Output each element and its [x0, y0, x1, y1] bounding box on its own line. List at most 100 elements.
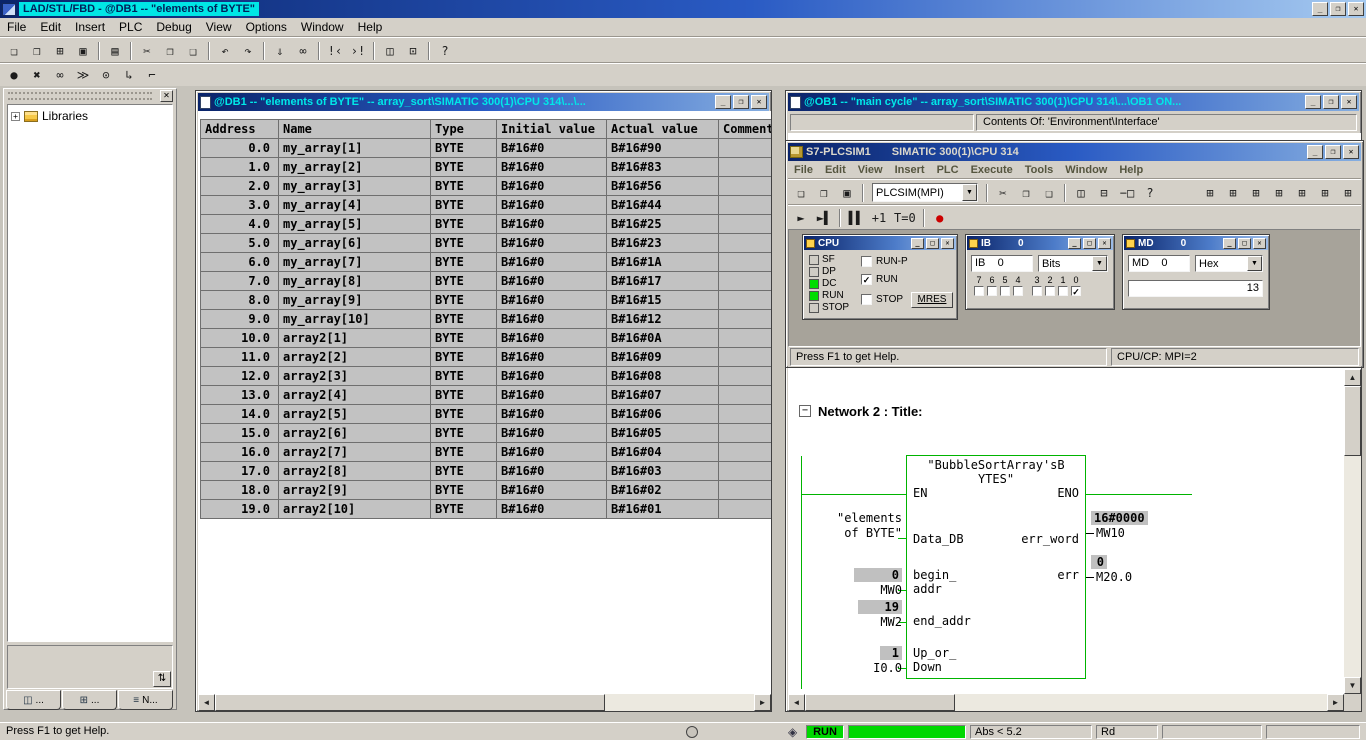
save-icon[interactable]: ▣	[72, 41, 94, 61]
cell-initial-value[interactable]: B#16#0	[496, 176, 607, 196]
insert-timer-icon[interactable]: ⊞	[1268, 183, 1290, 203]
tab-call-structure[interactable]: ⊞...	[62, 690, 117, 710]
next-cycle-icon[interactable]: +1	[868, 208, 890, 228]
new-icon[interactable]: ❏	[790, 183, 812, 203]
cell-initial-value[interactable]: B#16#0	[496, 309, 607, 329]
cell-address[interactable]: 1.0	[200, 157, 279, 177]
cell-type[interactable]: BYTE	[430, 328, 497, 348]
cell-address[interactable]: 4.0	[200, 214, 279, 234]
cell-initial-value[interactable]: B#16#0	[496, 385, 607, 405]
new-icon[interactable]: ❏	[3, 41, 25, 61]
cell-initial-value[interactable]: B#16#0	[496, 252, 607, 272]
table-row[interactable]: 5.0 my_array[6] BYTE B#16#0 B#16#23	[200, 233, 771, 253]
cell-actual-value[interactable]: B#16#05	[606, 423, 719, 443]
network-collapse-icon[interactable]: −	[799, 405, 811, 417]
symbol-info-window-icon[interactable]: ◫	[379, 41, 401, 61]
cell-address[interactable]: 15.0	[200, 423, 279, 443]
cell-type[interactable]: BYTE	[430, 423, 497, 443]
coil-icon[interactable]: ⊙	[95, 65, 117, 85]
cell-comment[interactable]	[718, 461, 771, 481]
sim-menu-file[interactable]: File	[788, 163, 819, 177]
cell-comment[interactable]	[718, 157, 771, 177]
bit-checkbox-1[interactable]	[1058, 286, 1068, 296]
scrollbar-thumb[interactable]	[805, 694, 955, 711]
close-button[interactable]: ✕	[751, 95, 767, 109]
connector-dot-icon[interactable]: ●	[3, 65, 25, 85]
cell-type[interactable]: BYTE	[430, 480, 497, 500]
cell-comment[interactable]	[718, 347, 771, 367]
cell-name[interactable]: array2[6]	[278, 423, 431, 443]
interface-pane[interactable]	[790, 113, 974, 131]
table-row[interactable]: 13.0 array2[4] BYTE B#16#0 B#16#07	[200, 385, 771, 405]
single-scan-icon[interactable]: ►▌	[813, 208, 835, 228]
cell-name[interactable]: my_array[3]	[278, 176, 431, 196]
cell-address[interactable]: 14.0	[200, 404, 279, 424]
cell-type[interactable]: BYTE	[430, 385, 497, 405]
bit-checkbox-7[interactable]	[974, 286, 984, 296]
cell-name[interactable]: array2[1]	[278, 328, 431, 348]
fast-jump-icon[interactable]: ≫	[72, 65, 94, 85]
sim-menu-insert[interactable]: Insert	[889, 163, 931, 177]
ob1-titlebar[interactable]: @OB1 -- "main cycle" -- array_sort\SIMAT…	[788, 93, 1359, 111]
cell-actual-value[interactable]: B#16#56	[606, 176, 719, 196]
insert-output-variable-icon[interactable]: ⊞	[1222, 183, 1244, 203]
scroll-right-icon[interactable]: ►	[754, 694, 771, 711]
table-row[interactable]: 2.0 my_array[3] BYTE B#16#0 B#16#56	[200, 176, 771, 196]
sim-menu-window[interactable]: Window	[1059, 163, 1113, 177]
cell-address[interactable]: 16.0	[200, 442, 279, 462]
mres-button[interactable]: MRES	[911, 292, 953, 308]
cell-type[interactable]: BYTE	[430, 157, 497, 177]
close-button[interactable]: ✕	[1348, 2, 1364, 16]
reset-timers-icon[interactable]: T=0	[891, 208, 919, 228]
cell-type[interactable]: BYTE	[430, 442, 497, 462]
cell-initial-value[interactable]: B#16#0	[496, 461, 607, 481]
cell-actual-value[interactable]: B#16#08	[606, 366, 719, 386]
dropdown-arrow-icon[interactable]: ▼	[1247, 256, 1262, 271]
cell-name[interactable]: my_array[10]	[278, 309, 431, 329]
table-row[interactable]: 7.0 my_array[8] BYTE B#16#0 B#16#17	[200, 271, 771, 291]
overview-filter-box[interactable]: ⇅	[7, 645, 173, 689]
undo-icon[interactable]: ↶	[214, 41, 236, 61]
cell-name[interactable]: array2[2]	[278, 347, 431, 367]
insert-input-variable-icon[interactable]: ⊞	[1199, 183, 1221, 203]
cell-address[interactable]: 9.0	[200, 309, 279, 329]
minimize-button[interactable]: _	[1068, 237, 1081, 249]
cell-actual-value[interactable]: B#16#0A	[606, 328, 719, 348]
cell-comment[interactable]	[718, 233, 771, 253]
cell-address[interactable]: 0.0	[200, 138, 279, 158]
bit-checkbox-6[interactable]	[987, 286, 997, 296]
restore-button[interactable]: ❐	[1323, 95, 1339, 109]
close-button[interactable]: ✕	[1343, 145, 1359, 159]
sort-button[interactable]: ⇅	[153, 671, 171, 687]
cell-actual-value[interactable]: B#16#04	[606, 442, 719, 462]
open-icon[interactable]: ❒	[813, 183, 835, 203]
pin-icon[interactable]: −□	[1116, 183, 1138, 203]
ib-format-select[interactable]: Bits ▼	[1038, 255, 1108, 272]
cell-address[interactable]: 19.0	[200, 499, 279, 519]
cell-initial-value[interactable]: B#16#0	[496, 290, 607, 310]
cell-actual-value[interactable]: B#16#44	[606, 195, 719, 215]
table-row[interactable]: 8.0 my_array[9] BYTE B#16#0 B#16#15	[200, 290, 771, 310]
cell-address[interactable]: 18.0	[200, 480, 279, 500]
contents-pane[interactable]: Contents Of: 'Environment\Interface'	[976, 113, 1357, 131]
maximize-button[interactable]: □	[1083, 237, 1096, 249]
cell-initial-value[interactable]: B#16#0	[496, 157, 607, 177]
operand-end-addr[interactable]: MW2	[880, 615, 902, 629]
cell-address[interactable]: 6.0	[200, 252, 279, 272]
open-online-icon[interactable]: ⊞	[49, 41, 71, 61]
tree-item-libraries[interactable]: + Libraries	[11, 109, 169, 123]
table-row[interactable]: 9.0 my_array[10] BYTE B#16#0 B#16#12	[200, 309, 771, 329]
cell-name[interactable]: my_array[2]	[278, 157, 431, 177]
cell-name[interactable]: my_array[7]	[278, 252, 431, 272]
cell-initial-value[interactable]: B#16#0	[496, 423, 607, 443]
cell-name[interactable]: array2[7]	[278, 442, 431, 462]
scroll-left-icon[interactable]: ◄	[788, 694, 805, 711]
cell-name[interactable]: my_array[8]	[278, 271, 431, 291]
tab-libraries[interactable]: ≡ N...	[118, 690, 173, 710]
cell-type[interactable]: BYTE	[430, 499, 497, 519]
sim-menu-plc[interactable]: PLC	[931, 163, 965, 177]
md-format-select[interactable]: Hex ▼	[1195, 255, 1263, 272]
menu-insert[interactable]: Insert	[68, 19, 112, 35]
sim-menu-execute[interactable]: Execute	[965, 163, 1019, 177]
cell-actual-value[interactable]: B#16#06	[606, 404, 719, 424]
